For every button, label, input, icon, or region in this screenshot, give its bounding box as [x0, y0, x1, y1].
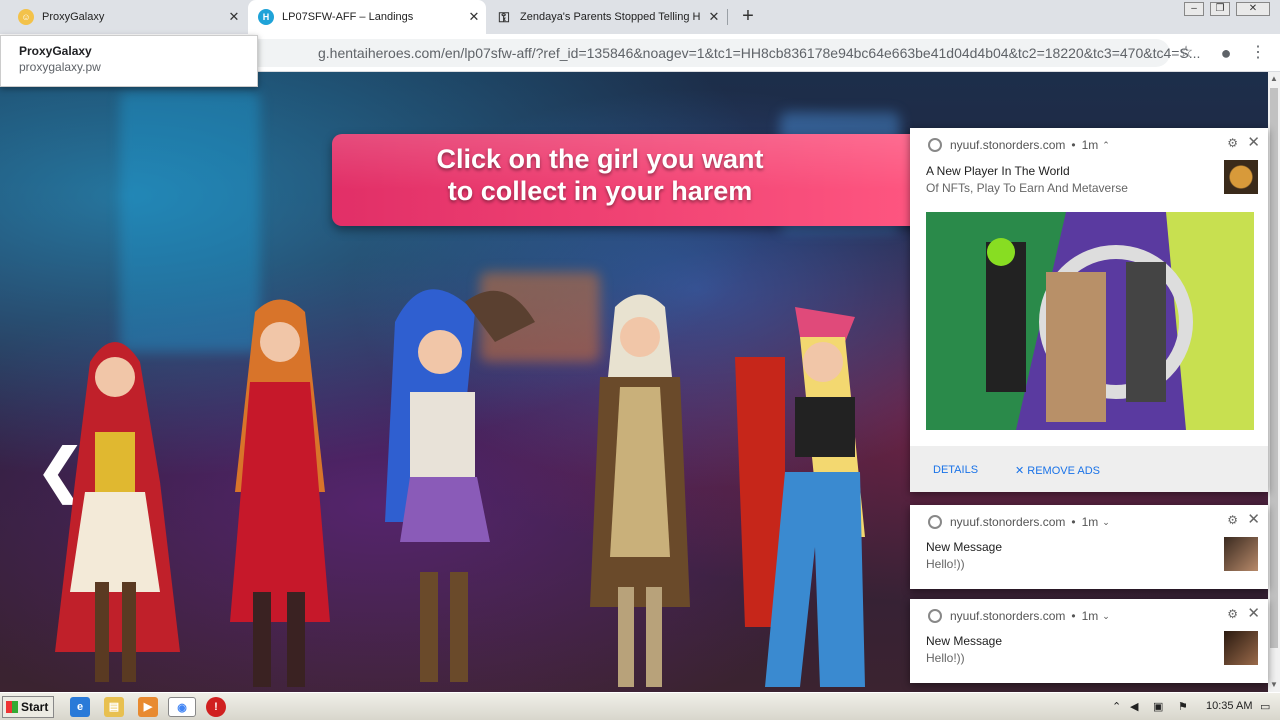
avatar — [1224, 537, 1258, 571]
bitcoin-thumbnail — [1224, 160, 1258, 194]
windows-taskbar: Start e ▤ ▶ ◉ ! ⌃ ◀ ▣ ⚑ 10:35 AM ▭ — [0, 692, 1280, 720]
tab-title: Zendaya's Parents Stopped Telling H — [520, 11, 701, 23]
show-desktop-icon[interactable]: ▭ — [1260, 700, 1270, 713]
popup-site-domain: proxygalaxy.pw — [19, 60, 101, 74]
girl-blue-hair[interactable] — [365, 262, 535, 692]
clock: 10:35 AM — [1206, 700, 1253, 712]
close-tab-icon[interactable]: ✕ — [702, 9, 726, 25]
tray-expand-icon[interactable]: ⌃ — [1112, 700, 1121, 713]
menu-icon[interactable]: ⋮ — [1246, 41, 1270, 65]
chrome-icon — [928, 515, 942, 529]
tab-divider — [727, 9, 728, 25]
notification-time: 1m — [1081, 138, 1099, 152]
notification-body: Hello!)) — [926, 557, 965, 571]
scroll-thumb[interactable] — [1270, 88, 1278, 648]
chevron-up-icon[interactable]: ⌃ — [1102, 140, 1110, 151]
banner-line-1: Click on the girl you want — [436, 144, 764, 174]
girl-mechanic[interactable] — [725, 297, 885, 692]
close-tab-icon[interactable]: ✕ — [222, 9, 246, 25]
notification-body: Hello!)) — [926, 651, 965, 665]
close-window-button[interactable]: ✕ — [1236, 2, 1270, 16]
gear-icon[interactable]: ⚙ — [1227, 513, 1238, 527]
profile-icon[interactable]: ● — [1214, 41, 1238, 65]
close-icon[interactable]: ✕ — [1247, 133, 1260, 151]
tab-title: ProxyGalaxy — [42, 11, 105, 23]
remove-ads-button[interactable]: ✕ REMOVE ADS — [1015, 464, 1100, 477]
notification-title: A New Player In The World — [926, 164, 1070, 178]
girl-dragon-queen[interactable] — [580, 287, 700, 692]
stop-icon[interactable]: ! — [206, 697, 226, 717]
page-scrollbar[interactable]: ▲ ▼ — [1268, 72, 1280, 692]
tab-title: LP07SFW-AFF – Landings — [282, 11, 414, 23]
notification-message-1[interactable]: nyuuf.stonorders.com • 1m ⌄ ⚙ ✕ New Mess… — [910, 505, 1268, 589]
bookmark-star-icon[interactable]: ☆ — [1174, 41, 1198, 65]
notification-site: nyuuf.stonorders.com — [950, 609, 1066, 623]
close-tab-icon[interactable]: ✕ — [462, 9, 486, 25]
volume-icon[interactable]: ◀ — [1130, 700, 1138, 713]
girl-red-dress[interactable] — [215, 292, 345, 692]
gear-icon[interactable]: ⚙ — [1227, 136, 1238, 150]
notification-header: nyuuf.stonorders.com • 1m ⌄ — [928, 515, 1110, 529]
key-icon: ⚿ — [498, 8, 510, 25]
details-button[interactable]: DETAILS — [933, 464, 978, 476]
tab-strip: ☺ ProxyGalaxy ✕ H LP07SFW-AFF – Landings… — [0, 0, 1280, 34]
url-text[interactable]: g.hentaiheroes.com/en/lp07sfw-aff/?ref_i… — [318, 39, 1218, 67]
girl-red-hood[interactable] — [40, 322, 190, 692]
tab-zendaya[interactable]: ⚿ Zendaya's Parents Stopped Telling H ✕ — [488, 0, 726, 34]
start-label: Start — [21, 700, 49, 714]
start-button[interactable]: Start — [2, 696, 54, 718]
separator-dot: • — [1071, 609, 1076, 623]
chrome-taskbar-icon[interactable]: ◉ — [168, 697, 196, 717]
notification-time: 1m — [1081, 515, 1099, 529]
network-icon[interactable]: ▣ — [1153, 700, 1163, 713]
notification-header: nyuuf.stonorders.com • 1m ⌄ — [928, 609, 1110, 623]
notification-title: New Message — [926, 634, 1003, 648]
chevron-down-icon[interactable]: ⌄ — [1102, 611, 1110, 622]
chrome-icon — [928, 138, 942, 152]
ie-icon[interactable]: e — [70, 697, 90, 717]
minimize-button[interactable]: – — [1184, 2, 1204, 16]
separator-dot: • — [1071, 138, 1076, 152]
close-icon[interactable]: ✕ — [1247, 510, 1260, 528]
proxygalaxy-icon: ☺ — [18, 9, 34, 25]
notification-body: Of NFTs, Play To Earn And Metaverse — [926, 181, 1128, 195]
notification-message-2[interactable]: nyuuf.stonorders.com • 1m ⌄ ⚙ ✕ New Mess… — [910, 599, 1268, 683]
notification-image — [926, 212, 1254, 430]
chrome-icon — [928, 609, 942, 623]
windows-flag-icon — [6, 701, 18, 713]
popup-site-name: ProxyGalaxy — [19, 44, 92, 58]
anyrun-watermark: ANY RUN — [1036, 682, 1259, 692]
banner-line-2: to collect in your harem — [447, 176, 753, 206]
tab-proxygalaxy[interactable]: ☺ ProxyGalaxy ✕ — [0, 0, 246, 34]
notification-title: New Message — [926, 540, 1003, 554]
media-player-icon[interactable]: ▶ — [138, 697, 158, 717]
new-tab-button[interactable]: + — [738, 4, 758, 28]
close-icon[interactable]: ✕ — [1247, 604, 1260, 622]
site-info-popup: ProxyGalaxy proxygalaxy.pw — [0, 35, 258, 87]
avatar — [1224, 631, 1258, 665]
notification-header: nyuuf.stonorders.com • 1m ⌃ — [928, 138, 1110, 152]
gear-icon[interactable]: ⚙ — [1227, 607, 1238, 621]
folder-icon[interactable]: ▤ — [104, 697, 124, 717]
hentaiheroes-icon: H — [258, 9, 274, 25]
action-center-flag-icon[interactable]: ⚑ — [1178, 700, 1188, 713]
notification-site: nyuuf.stonorders.com — [950, 138, 1066, 152]
notification-site: nyuuf.stonorders.com — [950, 515, 1066, 529]
instruction-banner: Click on the girl you want to collect in… — [332, 134, 932, 226]
restore-button[interactable]: ❐ — [1210, 2, 1230, 16]
notification-actions: DETAILS ✕ REMOVE ADS — [910, 446, 1268, 492]
scroll-down-icon[interactable]: ▼ — [1268, 678, 1280, 692]
chevron-down-icon[interactable]: ⌄ — [1102, 517, 1110, 528]
tab-landings[interactable]: H LP07SFW-AFF – Landings ✕ — [248, 0, 486, 34]
separator-dot: • — [1071, 515, 1076, 529]
notification-time: 1m — [1081, 609, 1099, 623]
notification-nft[interactable]: nyuuf.stonorders.com • 1m ⌃ ⚙ ✕ A New Pl… — [910, 128, 1268, 492]
scroll-up-icon[interactable]: ▲ — [1268, 72, 1280, 86]
